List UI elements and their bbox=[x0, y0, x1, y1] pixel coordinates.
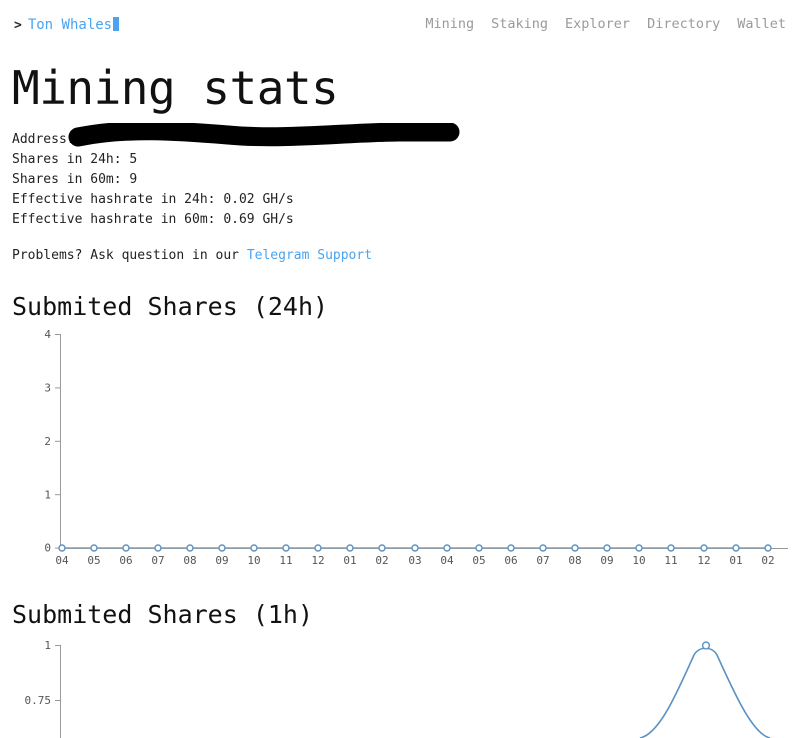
chart-section-24h: Submited Shares (24h) 4 3 2 1 0 04 05 06… bbox=[0, 292, 800, 582]
x-tick-17: 09 bbox=[600, 554, 613, 567]
stat-hashrate-24h: Effective hashrate in 24h: 0.02 GH/s bbox=[12, 192, 294, 207]
y-tick-0: 0 bbox=[44, 542, 51, 555]
x-tick-6: 10 bbox=[247, 554, 260, 567]
nav-item-directory[interactable]: Directory bbox=[647, 16, 720, 32]
x-tick-12: 04 bbox=[440, 554, 454, 567]
x-tick-1: 05 bbox=[87, 554, 100, 567]
y-axis-ticks-24h: 4 3 2 1 0 bbox=[44, 330, 60, 555]
x-axis-ticks-24h: 04 05 06 07 08 09 10 11 12 01 02 03 04 0… bbox=[55, 554, 774, 567]
chart-section-1h: Submited Shares (1h) 1 0.75 bbox=[0, 600, 800, 738]
stat-address: Address: bbox=[12, 132, 75, 147]
nav-item-explorer[interactable]: Explorer bbox=[565, 16, 630, 32]
x-tick-0: 04 bbox=[55, 554, 69, 567]
x-tick-15: 07 bbox=[536, 554, 549, 567]
nav-item-wallet[interactable]: Wallet bbox=[737, 16, 786, 32]
y-axis-ticks-1h: 1 0.75 bbox=[25, 639, 60, 707]
brand-logo[interactable]: > Ton Whales bbox=[14, 15, 120, 33]
chart-title-1h: Submited Shares (1h) bbox=[12, 600, 314, 629]
stat-shares-60m: Shares in 60m: 9 bbox=[12, 172, 138, 187]
nav-item-staking[interactable]: Staking bbox=[491, 16, 548, 32]
x-tick-2: 06 bbox=[119, 554, 132, 567]
telegram-support-link[interactable]: Telegram Support bbox=[247, 248, 372, 263]
top-navigation-bar: > Ton Whales Mining Staking Explorer Dir… bbox=[0, 0, 800, 48]
x-tick-10: 02 bbox=[375, 554, 388, 567]
series-peak-marker-1h bbox=[701, 641, 711, 650]
y-tick-4: 4 bbox=[44, 330, 51, 341]
brand-name-label: Ton Whales bbox=[27, 17, 113, 33]
x-tick-22: 02 bbox=[761, 554, 774, 567]
y-tick-1: 1 bbox=[44, 639, 51, 652]
prompt-caret-icon: > bbox=[14, 18, 22, 33]
x-tick-16: 08 bbox=[568, 554, 581, 567]
x-tick-8: 12 bbox=[311, 554, 324, 567]
chart-1h: 1 0.75 bbox=[25, 639, 771, 738]
x-tick-20: 12 bbox=[697, 554, 710, 567]
nav-item-mining[interactable]: Mining bbox=[425, 16, 474, 32]
x-tick-11: 03 bbox=[408, 554, 421, 567]
y-tick-3: 3 bbox=[44, 382, 51, 395]
mining-stats-list: Address: Shares in 24h: 5 Shares in 60m:… bbox=[12, 130, 294, 230]
x-tick-21: 01 bbox=[729, 554, 742, 567]
terminal-cursor-icon bbox=[113, 17, 120, 31]
x-tick-19: 11 bbox=[664, 554, 677, 567]
y-tick-1: 1 bbox=[44, 488, 51, 501]
x-tick-4: 08 bbox=[183, 554, 196, 567]
nav-links: Mining Staking Explorer Directory Wallet bbox=[425, 16, 786, 32]
x-tick-7: 11 bbox=[279, 554, 292, 567]
x-tick-5: 09 bbox=[215, 554, 228, 567]
x-tick-3: 07 bbox=[151, 554, 164, 567]
y-tick-075: 0.75 bbox=[25, 694, 52, 707]
x-tick-13: 05 bbox=[472, 554, 485, 567]
x-tick-9: 01 bbox=[343, 554, 356, 567]
stat-hashrate-60m: Effective hashrate in 60m: 0.69 GH/s bbox=[12, 212, 294, 227]
page-title: Mining stats bbox=[12, 61, 339, 115]
support-prefix: Problems? Ask question in our bbox=[12, 248, 239, 263]
stat-shares-24h: Shares in 24h: 5 bbox=[12, 152, 138, 167]
series-line-1h bbox=[639, 647, 771, 738]
x-tick-18: 10 bbox=[632, 554, 645, 567]
y-tick-2: 2 bbox=[44, 435, 51, 448]
x-tick-14: 06 bbox=[504, 554, 517, 567]
chart-title-24h: Submited Shares (24h) bbox=[12, 292, 329, 321]
chart-24h: 4 3 2 1 0 04 05 06 07 08 09 10 11 12 01 … bbox=[44, 330, 788, 567]
support-line: Problems? Ask question in our Telegram S… bbox=[12, 246, 372, 266]
